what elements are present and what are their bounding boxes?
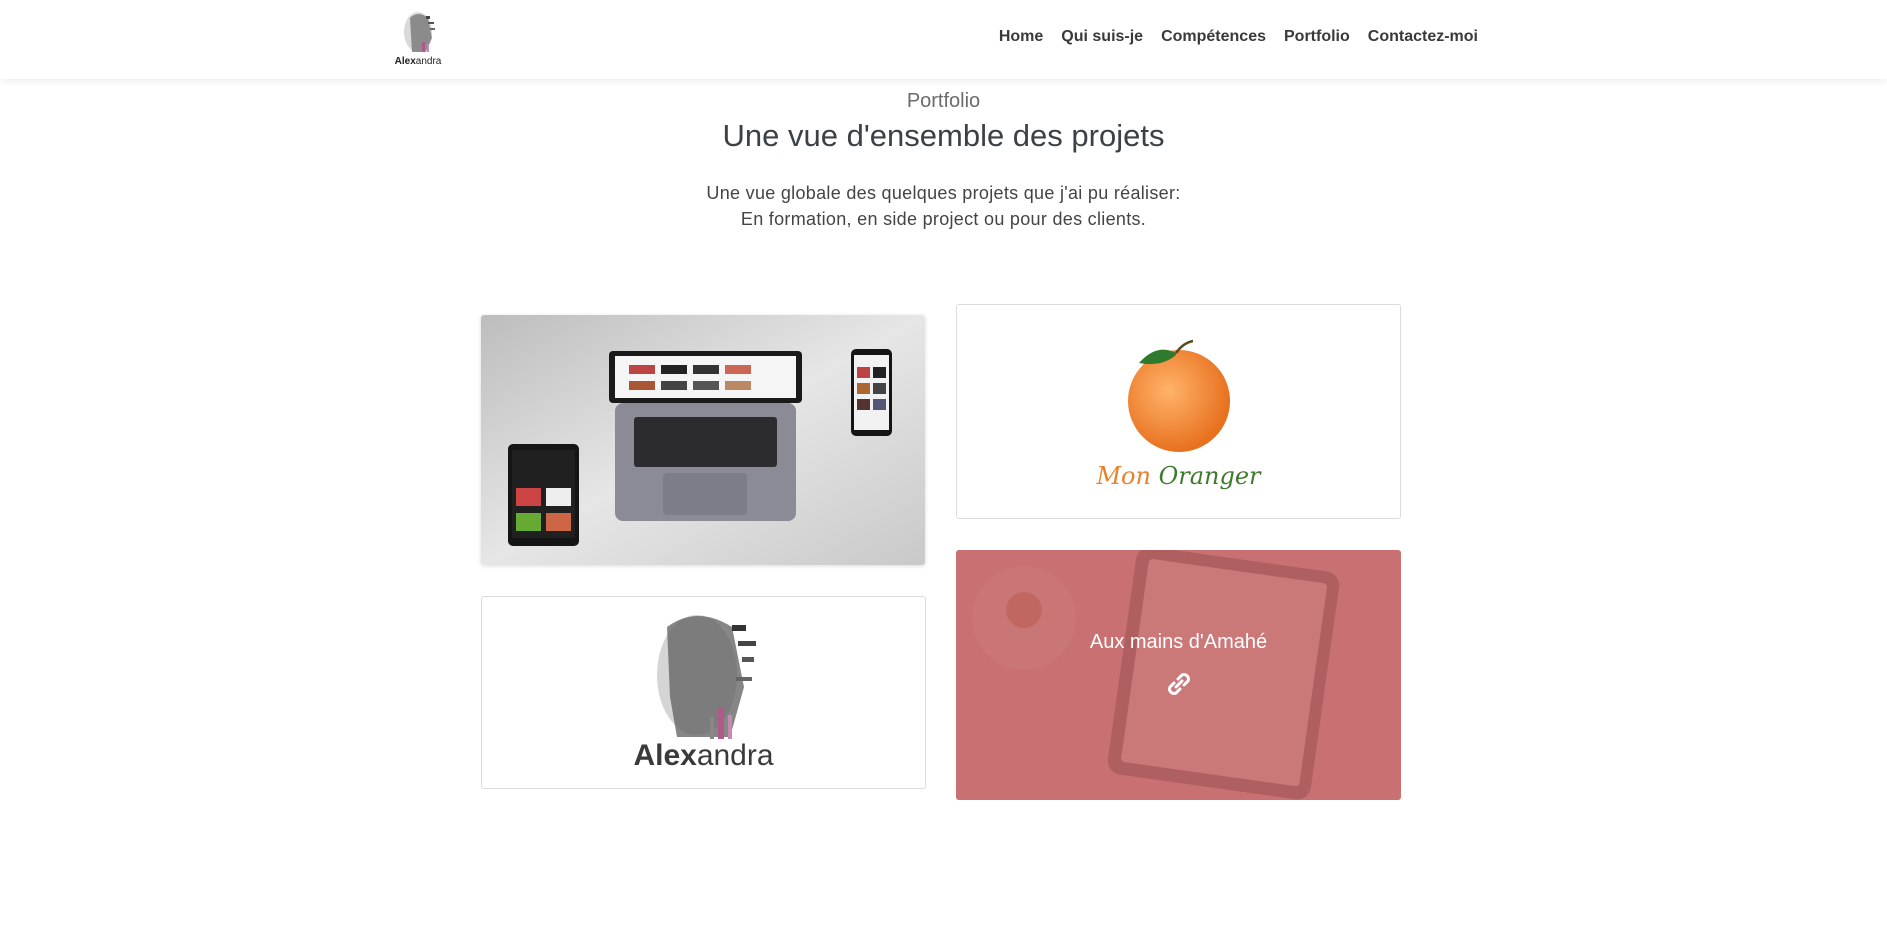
nav-competences[interactable]: Compétences <box>1161 28 1266 46</box>
link-icon[interactable] <box>1163 668 1195 700</box>
logo-text: Alexandra <box>394 56 442 67</box>
devices-mockup-image <box>481 315 925 565</box>
portfolio-card-aux-mains-amahe[interactable]: Aux mains d'Amahé <box>956 550 1401 800</box>
navbar: Alexandra Home Qui suis-je Compétences P… <box>0 0 1887 79</box>
nav-qui-suis-je[interactable]: Qui suis-je <box>1061 28 1143 46</box>
logo[interactable]: Alexandra <box>392 8 444 70</box>
nav-home[interactable]: Home <box>999 28 1043 46</box>
portfolio-card-alexandra[interactable]: Alexandra <box>481 596 926 789</box>
portfolio-card-mon-oranger[interactable]: Mon Oranger <box>956 304 1401 519</box>
main-nav: Home Qui suis-je Compétences Portfolio C… <box>999 28 1478 46</box>
nav-contact[interactable]: Contactez-moi <box>1368 28 1478 46</box>
description-line-2: En formation, en side project ou pour de… <box>740 209 1147 229</box>
logo-face-icon <box>404 12 435 52</box>
alexandra-logo-text: Alexandra <box>633 739 774 772</box>
card-hover-overlay: Aux mains d'Amahé <box>956 550 1401 800</box>
project-title: Aux mains d'Amahé <box>1089 630 1268 653</box>
section-kicker: Portfolio <box>906 90 981 112</box>
portfolio-card-devices[interactable] <box>481 315 925 565</box>
mon-oranger-logo-text: Mon Oranger <box>1096 462 1261 490</box>
section-description: Une vue globale des quelques projets que… <box>0 180 1887 232</box>
nav-portfolio[interactable]: Portfolio <box>1284 28 1350 46</box>
section-title: Une vue d'ensemble des projets <box>722 118 1165 153</box>
description-line-1: Une vue globale des quelques projets que… <box>706 183 1181 203</box>
